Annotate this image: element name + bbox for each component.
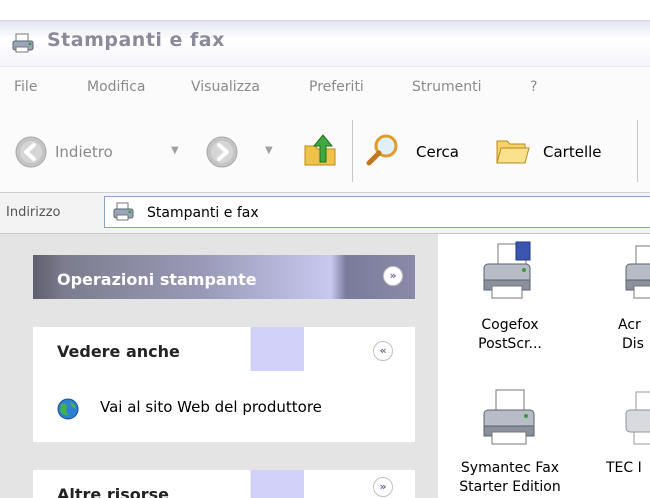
printer-tasks-title[interactable]: Operazioni stampante <box>57 270 257 289</box>
address-value[interactable]: Stampanti e fax <box>147 205 259 221</box>
menu-view[interactable]: Visualizza <box>191 79 260 95</box>
web-globe-icon <box>57 398 79 420</box>
printer-item-label[interactable]: Acr Dis <box>618 316 650 354</box>
back-dropdown-icon[interactable]: ▼ <box>171 145 179 156</box>
menu-edit[interactable]: Modifica <box>87 79 146 95</box>
fax-printer-icon[interactable] <box>478 386 542 448</box>
manufacturer-website-link[interactable]: Vai al sito Web del produttore <box>100 398 322 416</box>
top-strip <box>0 0 650 20</box>
window-title: Stampanti e fax <box>47 29 225 51</box>
printer-name-line1: Symantec Fax <box>460 460 560 476</box>
see-also-title[interactable]: Vedere anche <box>57 342 180 361</box>
printer-name-line2: Dis <box>622 336 644 352</box>
toolbar-separator-2 <box>637 120 638 182</box>
printer-name-line1: TEC I <box>606 460 642 476</box>
menu-help[interactable]: ? <box>530 79 537 95</box>
up-folder-icon[interactable] <box>303 132 339 168</box>
address-label: Indirizzo <box>6 205 61 220</box>
printer-name-line2: PostScr... <box>478 336 542 352</box>
search-icon[interactable] <box>365 132 401 168</box>
postscript-printer-icon[interactable] <box>478 240 542 304</box>
forward-dropdown-icon[interactable]: ▼ <box>265 145 273 156</box>
printers-fax-icon <box>12 32 36 54</box>
collapse-chevron-icon[interactable]: « <box>373 341 393 361</box>
printer-item-label[interactable]: Cogefox PostScr... <box>460 316 560 354</box>
folders-button-label[interactable]: Cartelle <box>543 143 602 161</box>
other-places-title[interactable]: Altre risorse <box>57 485 169 498</box>
toolbar-separator <box>352 120 353 182</box>
printer-item-label[interactable]: Symantec Fax Starter Edition <box>440 459 580 497</box>
search-button-label[interactable]: Cerca <box>416 143 459 161</box>
acrobat-printer-icon[interactable] <box>622 240 650 304</box>
forward-icon[interactable] <box>206 136 238 168</box>
menu-favorites[interactable]: Preferiti <box>309 79 364 95</box>
expand-chevron-icon[interactable]: » <box>383 266 403 286</box>
tec-printer-icon[interactable] <box>622 386 650 448</box>
printer-name-line1: Cogefox <box>481 317 539 333</box>
printer-name-line2: Starter Edition <box>459 479 561 495</box>
back-icon[interactable] <box>15 136 47 168</box>
printer-name-line1: Acr <box>618 317 641 333</box>
menu-file[interactable]: File <box>14 79 37 95</box>
expand-chevron-icon[interactable]: » <box>373 477 393 497</box>
folders-icon[interactable] <box>495 135 531 167</box>
printer-item-label[interactable]: TEC I <box>606 459 650 478</box>
explorer-window: Stampanti e fax File Modifica Visualizza… <box>0 0 650 498</box>
menu-tools[interactable]: Strumenti <box>412 79 482 95</box>
back-button-label[interactable]: Indietro <box>55 143 113 161</box>
address-printers-icon <box>112 202 136 222</box>
